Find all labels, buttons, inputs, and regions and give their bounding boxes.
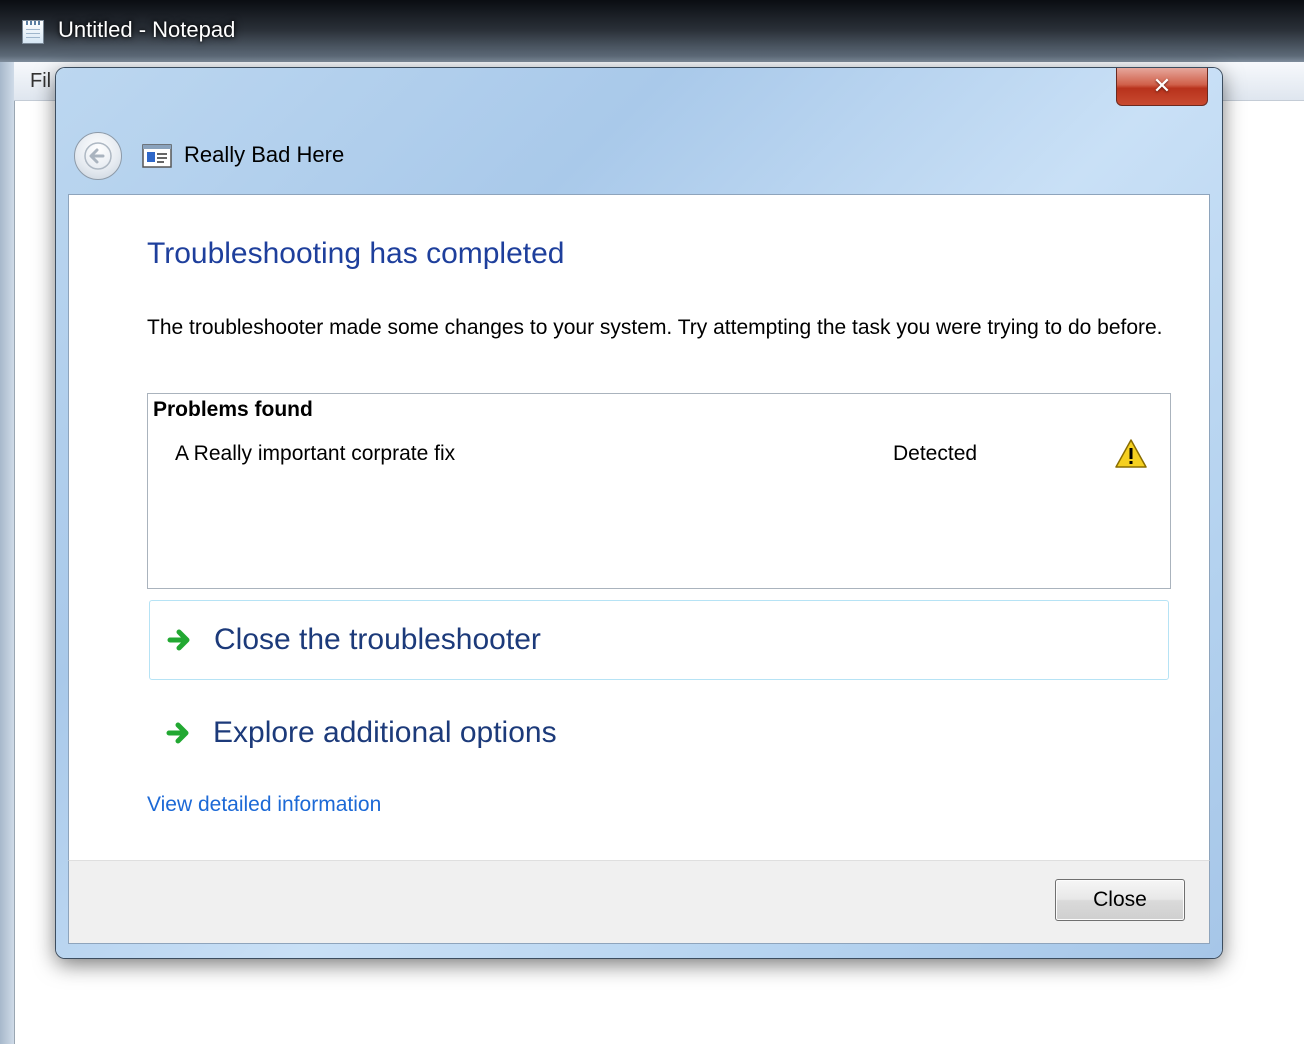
close-icon[interactable]: ✕ xyxy=(1116,68,1208,106)
problems-found-list: Problems found A Really important corpra… xyxy=(147,393,1171,589)
notepad-window-title: Untitled - Notepad xyxy=(58,17,236,42)
notepad-window-border xyxy=(0,62,14,1044)
close-button[interactable]: Close xyxy=(1055,879,1185,921)
notepad-menu-file[interactable]: Fil xyxy=(30,70,51,93)
problems-found-header: Problems found xyxy=(153,398,313,421)
troubleshooter-app-icon xyxy=(142,144,172,168)
problem-item-status: Detected xyxy=(893,442,978,465)
warning-icon xyxy=(1114,438,1148,470)
green-arrow-icon xyxy=(166,722,189,744)
view-detailed-information-link[interactable]: View detailed information xyxy=(147,793,381,817)
dialog-footer: Close xyxy=(68,860,1210,944)
dialog-app-title: Really Bad Here xyxy=(184,142,345,167)
description-text: The troubleshooter made some changes to … xyxy=(147,316,1163,339)
problem-item-name: A Really important corprate fix xyxy=(175,442,456,465)
troubleshooter-dialog: ✕ Really Bad Here Troubleshooting has co… xyxy=(56,68,1222,958)
notepad-icon xyxy=(22,20,44,44)
page-title: Troubleshooting has completed xyxy=(147,237,565,270)
explore-options-option[interactable]: Explore additional options xyxy=(149,693,1169,773)
green-arrow-icon xyxy=(167,629,190,651)
close-troubleshooter-label: Close the troubleshooter xyxy=(214,623,541,656)
close-troubleshooter-option[interactable]: Close the troubleshooter xyxy=(149,600,1169,680)
back-arrow-icon[interactable] xyxy=(74,132,122,180)
explore-options-label: Explore additional options xyxy=(213,716,557,749)
close-glyph: ✕ xyxy=(1152,74,1172,99)
dialog-content: Troubleshooting has completed The troubl… xyxy=(68,194,1210,860)
